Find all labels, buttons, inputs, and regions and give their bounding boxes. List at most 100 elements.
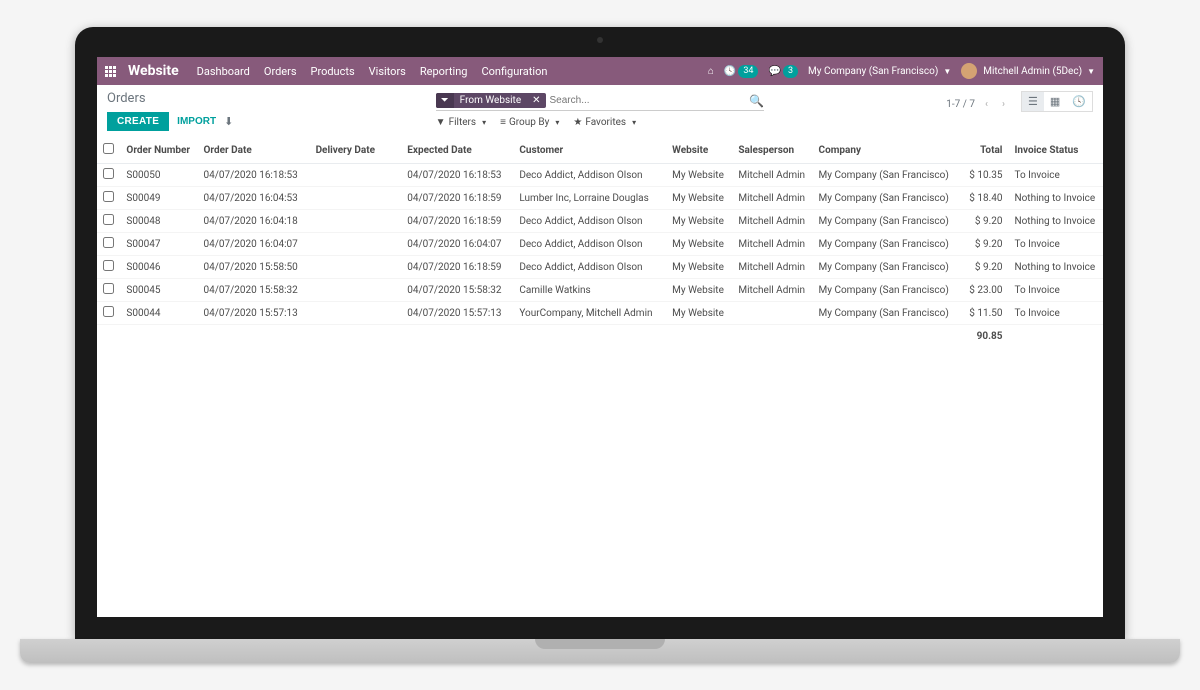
cell-total: $ 9.20 [958,233,1009,256]
th-expected-date[interactable]: Expected Date [401,137,513,164]
table-row[interactable]: S0004604/07/2020 15:58:5004/07/2020 16:1… [97,256,1103,279]
cell-order: S00050 [120,164,197,187]
table-row[interactable]: S0005004/07/2020 16:18:5304/07/2020 16:1… [97,164,1103,187]
cell-order-date: 04/07/2020 16:04:18 [198,210,310,233]
cell-company: My Company (San Francisco) [813,187,958,210]
filter-icon: ⏷ [436,93,454,108]
cell-order: S00049 [120,187,197,210]
th-invoice-status[interactable]: Invoice Status [1008,137,1103,164]
table-row[interactable]: S0004804/07/2020 16:04:1804/07/2020 16:1… [97,210,1103,233]
row-checkbox[interactable] [103,260,114,271]
th-order-date[interactable]: Order Date [198,137,310,164]
cell-customer: YourCompany, Mitchell Admin [513,302,666,325]
import-button[interactable]: IMPORT [177,116,216,127]
th-delivery-date[interactable]: Delivery Date [310,137,402,164]
th-customer[interactable]: Customer [513,137,666,164]
table-row[interactable]: S0004504/07/2020 15:58:3204/07/2020 15:5… [97,279,1103,302]
cell-salesperson: Mitchell Admin [732,164,812,187]
cell-salesperson [732,302,812,325]
orders-table: Order Number Order Date Delivery Date Ex… [97,137,1103,346]
filters-dropdown[interactable]: ▼ Filters ▾ [436,117,486,128]
table-row[interactable]: S0004904/07/2020 16:04:5304/07/2020 16:1… [97,187,1103,210]
company-switcher[interactable]: My Company (San Francisco)▼ [808,66,951,77]
cell-company: My Company (San Francisco) [813,210,958,233]
messaging-icon[interactable]: 💬3 [768,65,798,78]
row-checkbox[interactable] [103,283,114,294]
cell-customer: Lumber Inc, Lorraine Douglas [513,187,666,210]
cell-salesperson: Mitchell Admin [732,279,812,302]
laptop-base [20,639,1180,663]
th-company[interactable]: Company [813,137,958,164]
breadcrumb: Orders [107,91,436,106]
search-bar[interactable]: ⏷ From Website ✕ 🔍 [436,91,765,111]
cell-invoice-status: Nothing to Invoice [1008,187,1103,210]
nav-products[interactable]: Products [311,65,355,78]
facet-remove[interactable]: ✕ [527,93,545,108]
cell-invoice-status: To Invoice [1008,164,1103,187]
cell-expected-date: 04/07/2020 16:04:07 [401,233,513,256]
pager-next[interactable]: › [998,97,1009,112]
row-checkbox[interactable] [103,214,114,225]
nav-visitors[interactable]: Visitors [369,65,406,78]
total-sum: 90.85 [958,325,1009,347]
kanban-view-button[interactable]: ▦ [1044,92,1066,111]
nav-configuration[interactable]: Configuration [481,65,547,78]
cell-order-date: 04/07/2020 16:04:53 [198,187,310,210]
select-all-cell [97,137,120,164]
cell-website: My Website [666,210,732,233]
avatar [961,63,977,79]
module-brand[interactable]: Website [128,63,179,79]
th-order[interactable]: Order Number [120,137,197,164]
cell-total: $ 18.40 [958,187,1009,210]
activity-view-button[interactable]: 🕓 [1066,92,1092,111]
th-total[interactable]: Total [958,137,1009,164]
th-website[interactable]: Website [666,137,732,164]
table-row[interactable]: S0004704/07/2020 16:04:0704/07/2020 16:0… [97,233,1103,256]
table-footer-row: 90.85 [97,325,1103,347]
cell-company: My Company (San Francisco) [813,233,958,256]
row-checkbox[interactable] [103,306,114,317]
top-nav: Website Dashboard Orders Products Visito… [97,57,1103,85]
apps-icon[interactable] [105,66,116,77]
table-row[interactable]: S0004404/07/2020 15:57:1304/07/2020 15:5… [97,302,1103,325]
company-label: My Company (San Francisco) [808,66,938,77]
cell-customer: Deco Addict, Addison Olson [513,210,666,233]
app-viewport: Website Dashboard Orders Products Visito… [97,57,1103,617]
cell-order: S00045 [120,279,197,302]
nav-dashboard[interactable]: Dashboard [197,65,250,78]
row-checkbox[interactable] [103,191,114,202]
user-menu[interactable]: Mitchell Admin (5Dec) ▼ [961,63,1095,79]
cell-total: $ 23.00 [958,279,1009,302]
download-icon[interactable]: ⬇ [224,115,233,128]
nav-reporting[interactable]: Reporting [420,65,468,78]
view-switcher: ☰ ▦ 🕓 [1021,91,1093,112]
search-icon[interactable]: 🔍 [749,94,764,108]
nav-orders[interactable]: Orders [264,65,297,78]
row-checkbox[interactable] [103,168,114,179]
cell-delivery-date [310,302,402,325]
row-checkbox[interactable] [103,237,114,248]
pager-prev[interactable]: ‹ [981,97,992,112]
favorites-dropdown[interactable]: ★ Favorites ▾ [573,117,636,128]
list-view-button[interactable]: ☰ [1022,92,1044,111]
groupby-dropdown[interactable]: ≡ Group By ▾ [500,117,559,128]
home-icon[interactable]: ⌂ [708,66,714,77]
select-all-checkbox[interactable] [103,143,114,154]
screen-bezel: Website Dashboard Orders Products Visito… [75,27,1125,639]
pager-count[interactable]: 1-7 / 7 [946,99,975,110]
control-panel: Orders CREATE IMPORT ⬇ ⏷ From Website ✕ [97,85,1103,137]
search-input[interactable] [550,95,746,106]
cell-invoice-status: Nothing to Invoice [1008,210,1103,233]
cp-right: 1-7 / 7 ‹ › ☰ ▦ 🕓 [764,91,1093,118]
user-label: Mitchell Admin (5Dec) [983,66,1082,77]
cp-center: ⏷ From Website ✕ 🔍 ▼ Filters ▾ ≡ Group B… [436,91,765,128]
th-salesperson[interactable]: Salesperson [732,137,812,164]
chevron-down-icon: ▼ [1087,67,1095,76]
cell-order-date: 04/07/2020 15:58:50 [198,256,310,279]
cell-expected-date: 04/07/2020 15:57:13 [401,302,513,325]
cell-customer: Deco Addict, Addison Olson [513,233,666,256]
create-button[interactable]: CREATE [107,112,169,131]
cell-website: My Website [666,302,732,325]
activity-icon[interactable]: 🕓34 [724,65,759,78]
cell-website: My Website [666,233,732,256]
